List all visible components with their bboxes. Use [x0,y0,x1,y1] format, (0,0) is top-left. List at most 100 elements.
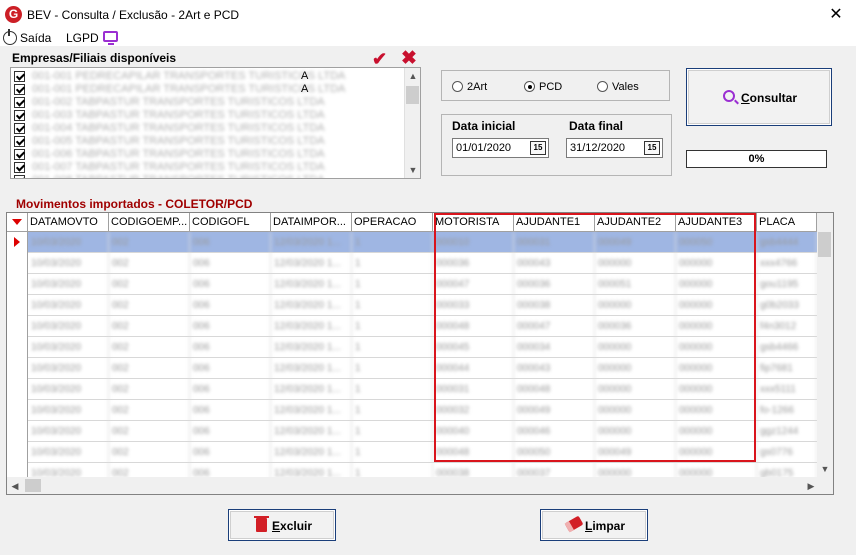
start-date-label: Data inicial [452,119,516,133]
company-item[interactable]: 001-007 TABPASTUR TRANSPORTES TURISTICOS… [14,161,404,174]
row-indicator[interactable] [7,442,28,463]
company-checkbox[interactable] [14,123,25,134]
column-header[interactable]: DATAIMPOR... [271,213,352,232]
row-indicator[interactable] [7,358,28,379]
monitor-icon[interactable] [103,31,118,45]
scroll-up-icon[interactable]: ▲ [405,68,420,84]
grid-corner[interactable] [7,213,28,232]
close-window-button[interactable]: ✕ [816,0,856,30]
table-row[interactable]: 10/03/2020 002 006 12/03/2020 1... 1 000048 00… [28,442,819,463]
row-indicator[interactable] [7,400,28,421]
company-item[interactable]: 001-001 PEDRECAPILAR TRANSPORTES TURISTI… [14,83,404,96]
company-item[interactable]: 001-003 TABPASTUR TRANSPORTES TURISTICOS… [14,109,404,122]
scroll-right-icon[interactable]: ▶ [803,478,819,494]
company-checkbox[interactable] [14,97,25,108]
row-indicator[interactable] [7,274,28,295]
menu-item-exit[interactable]: Saída [20,30,51,46]
company-item[interactable]: 001-005 TABPASTUR TRANSPORTES TURISTICOS… [14,135,404,148]
company-checkbox[interactable] [14,71,25,82]
company-item[interactable]: 001-008 TABPASTUR TRANSPORTES TURISTICOS… [14,174,404,178]
radio-label: Vales [612,81,639,93]
column-header[interactable]: CODIGOFL [190,213,271,232]
table-cell: 000000 [676,442,757,463]
table-row[interactable]: 10/03/2020 002 006 12/03/2020 1... 1 000032 00… [28,400,819,421]
company-item[interactable]: 001-004 TABPASTUR TRANSPORTES TURISTICOS… [14,122,404,135]
column-header[interactable]: AJUDANTE1 [514,213,595,232]
sort-arrow-icon[interactable] [12,219,22,225]
scroll-down-icon[interactable]: ▼ [817,461,833,477]
table-cell: 000040 [433,421,514,442]
company-checkbox[interactable] [14,175,25,178]
column-header[interactable]: AJUDANTE2 [595,213,676,232]
company-checkbox[interactable] [14,149,25,160]
radio-button-icon[interactable] [524,81,535,92]
cross-icon[interactable]: ✖ [401,49,417,69]
scroll-thumb[interactable] [406,86,419,104]
table-cell: 000000 [676,358,757,379]
table-row[interactable]: 10/03/2020 002 006 12/03/2020 1... 1 000040 00… [28,421,819,442]
column-header[interactable]: DATAMOVTO [28,213,109,232]
row-indicator[interactable] [7,379,28,400]
row-indicator[interactable] [7,337,28,358]
end-date-label: Data final [569,119,624,133]
table-row[interactable]: 10/03/2020 002 006 12/03/2020 1... 1 000047 00… [28,274,819,295]
consult-button[interactable]: Consultar [686,68,832,126]
check-icon[interactable]: ✔ [372,50,387,68]
table-cell: 000000 [595,337,676,358]
menu-item-lgpd[interactable]: LGPD [66,30,99,46]
row-indicator[interactable] [7,295,28,316]
calendar-icon[interactable]: 15 [644,141,660,155]
company-checkbox[interactable] [14,136,25,147]
delete-button[interactable]: Excluir [228,509,336,541]
scroll-left-icon[interactable]: ◀ [7,478,23,494]
radio-button-icon[interactable] [597,81,608,92]
column-header[interactable]: MOTORISTA [433,213,514,232]
company-checkbox[interactable] [14,110,25,121]
company-item[interactable]: 001-006 TABPASTUR TRANSPORTES TURISTICOS… [14,148,404,161]
table-cell: 000000 [595,379,676,400]
table-cell: 1 [352,379,433,400]
row-indicator[interactable] [7,316,28,337]
table-cell: 000000 [595,400,676,421]
table-cell: fo-1266 [757,400,817,421]
table-row[interactable]: 10/03/2020 002 006 12/03/2020 1... 1 000045 00… [28,337,819,358]
movements-grid[interactable]: DATAMOVTO CODIGOEMP... CODIGOFL DATAIMPOR..… [6,212,834,495]
table-row[interactable]: 10/03/2020 002 006 12/03/2020 1... 1 000031 00… [28,379,819,400]
table-cell: 000038 [514,295,595,316]
row-indicator[interactable] [7,421,28,442]
table-row[interactable]: 10/03/2020 002 006 12/03/2020 1... 1 000036 00… [28,253,819,274]
company-item[interactable]: 001-002 TABPASTUR TRANSPORTES TURISTICOS… [14,96,404,109]
trash-icon [254,516,269,532]
radio-button-icon[interactable] [452,81,463,92]
company-checkbox[interactable] [14,84,25,95]
table-row[interactable]: 10/03/2020 002 006 12/03/2020 1... 1 000044 00… [28,358,819,379]
table-cell: 000036 [595,316,676,337]
table-row[interactable]: 10/03/2020 002 006 12/03/2020 1... 1 000010 00… [28,232,819,253]
row-indicator[interactable] [7,253,28,274]
column-header[interactable]: PLACA [757,213,817,232]
table-cell: 000048 [514,379,595,400]
grid-hscroll-thumb[interactable] [25,479,41,492]
grid-vertical-scrollbar[interactable]: ▼ [817,213,833,477]
company-checkbox[interactable] [14,162,25,173]
table-cell: 1 [352,232,433,253]
table-row[interactable]: 10/03/2020 002 006 12/03/2020 1... 1 000048 00… [28,316,819,337]
end-date-value: 31/12/2020 [570,142,626,154]
start-date-input[interactable]: 01/01/2020 15 [452,138,549,158]
table-cell: 1 [352,400,433,421]
grid-scroll-thumb[interactable] [818,232,831,257]
column-header[interactable]: OPERACAO [352,213,433,232]
company-item[interactable]: 001-001 PEDRECAPILAR TRANSPORTES TURISTI… [14,70,404,83]
calendar-icon[interactable]: 15 [530,141,546,155]
table-cell: 000000 [676,379,757,400]
end-date-input[interactable]: 31/12/2020 15 [566,138,663,158]
column-header[interactable]: AJUDANTE3 [676,213,757,232]
column-header[interactable]: CODIGOEMP... [109,213,190,232]
companies-list[interactable]: 001-008 TABPASTUR TRANSPORTES TURISTICOS… [10,67,421,179]
companies-scrollbar[interactable]: ▲ ▼ [404,68,420,178]
scroll-down-icon[interactable]: ▼ [405,162,420,178]
table-row[interactable]: 10/03/2020 002 006 12/03/2020 1... 1 000033 00… [28,295,819,316]
clear-button[interactable]: Limpar [540,509,648,541]
grid-horizontal-scrollbar[interactable]: ◀ ▶ [7,477,833,494]
row-indicator[interactable] [7,232,28,253]
